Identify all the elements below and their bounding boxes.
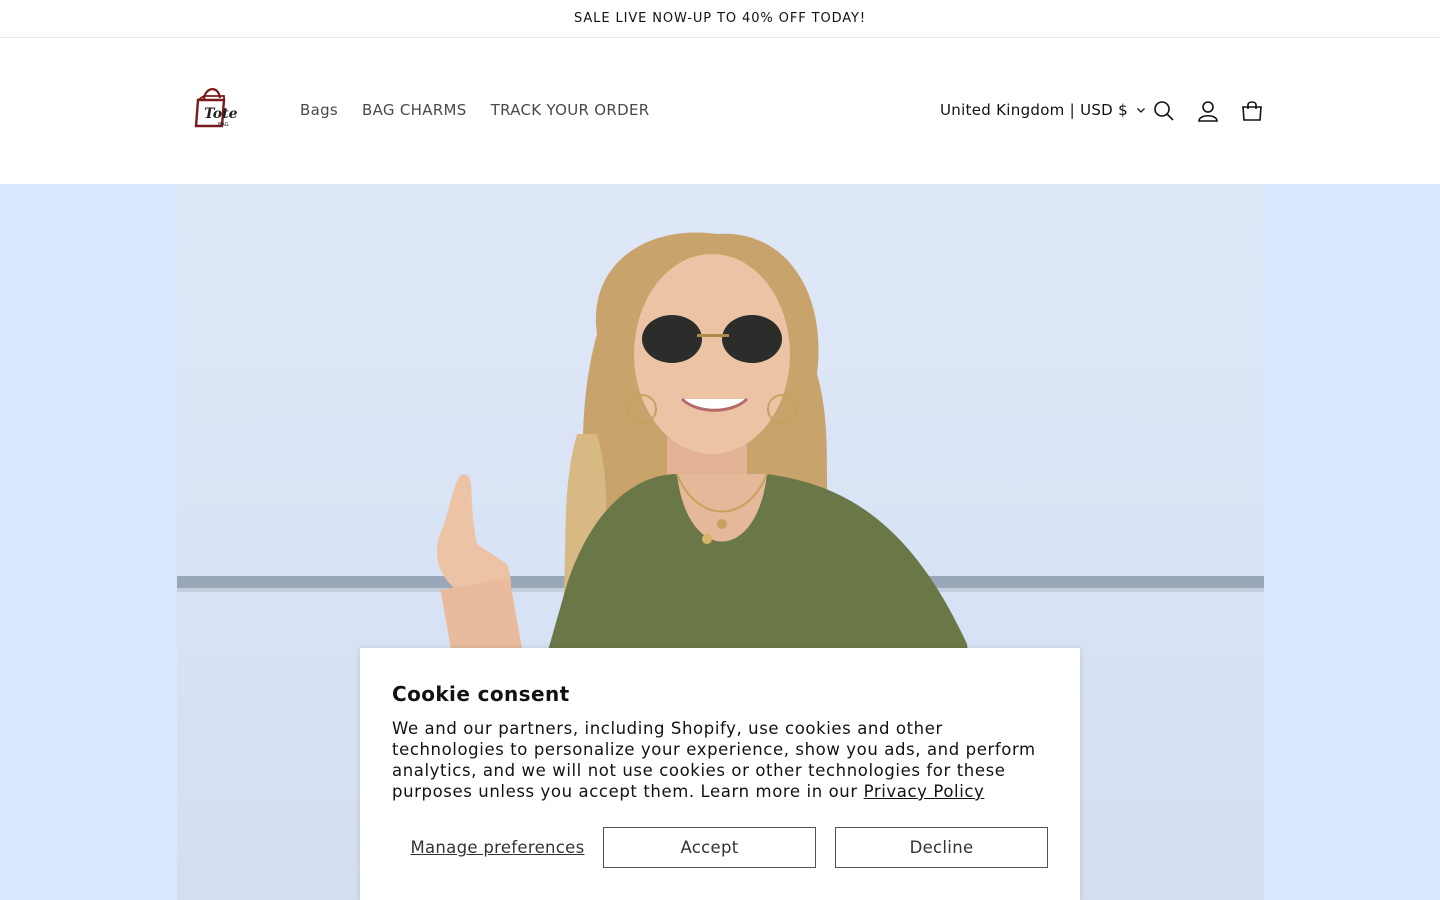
decline-button[interactable]: Decline — [835, 827, 1048, 868]
announcement-text: SALE LIVE NOW-UP TO 40% OFF TODAY! — [574, 11, 866, 26]
account-icon[interactable] — [1194, 97, 1222, 125]
store-logo[interactable]: Tote BAG — [190, 82, 240, 132]
nav-link-bags[interactable]: Bags — [288, 97, 350, 123]
manage-preferences-button[interactable]: Manage preferences — [392, 827, 603, 868]
cart-icon[interactable] — [1238, 97, 1266, 125]
country-selector-label: United Kingdom | USD $ — [940, 101, 1128, 119]
cookie-actions: Manage preferences Accept Decline — [392, 827, 1048, 868]
cookie-consent-banner: Cookie consent We and our partners, incl… — [360, 648, 1080, 900]
cookie-body: We and our partners, including Shopify, … — [392, 718, 1052, 802]
logo-subtext: BAG — [218, 122, 229, 128]
tote-bag-logo-icon: Tote BAG — [194, 88, 238, 128]
logo-text: Tote — [204, 106, 238, 122]
accept-button[interactable]: Accept — [603, 827, 816, 868]
main-navigation: Bags BAG CHARMS TRACK YOUR ORDER — [288, 97, 661, 123]
announcement-bar: SALE LIVE NOW-UP TO 40% OFF TODAY! — [0, 0, 1440, 38]
nav-link-track-order[interactable]: TRACK YOUR ORDER — [479, 97, 662, 123]
privacy-policy-link[interactable]: Privacy Policy — [864, 782, 985, 801]
site-header: Tote BAG Bags BAG CHARMS TRACK YOUR ORDE… — [0, 39, 1440, 184]
cookie-title: Cookie consent — [392, 682, 570, 706]
search-icon[interactable] — [1150, 97, 1178, 125]
country-selector[interactable]: United Kingdom | USD $ — [928, 97, 1158, 123]
chevron-down-icon — [1136, 105, 1146, 115]
nav-link-bag-charms[interactable]: BAG CHARMS — [350, 97, 479, 123]
